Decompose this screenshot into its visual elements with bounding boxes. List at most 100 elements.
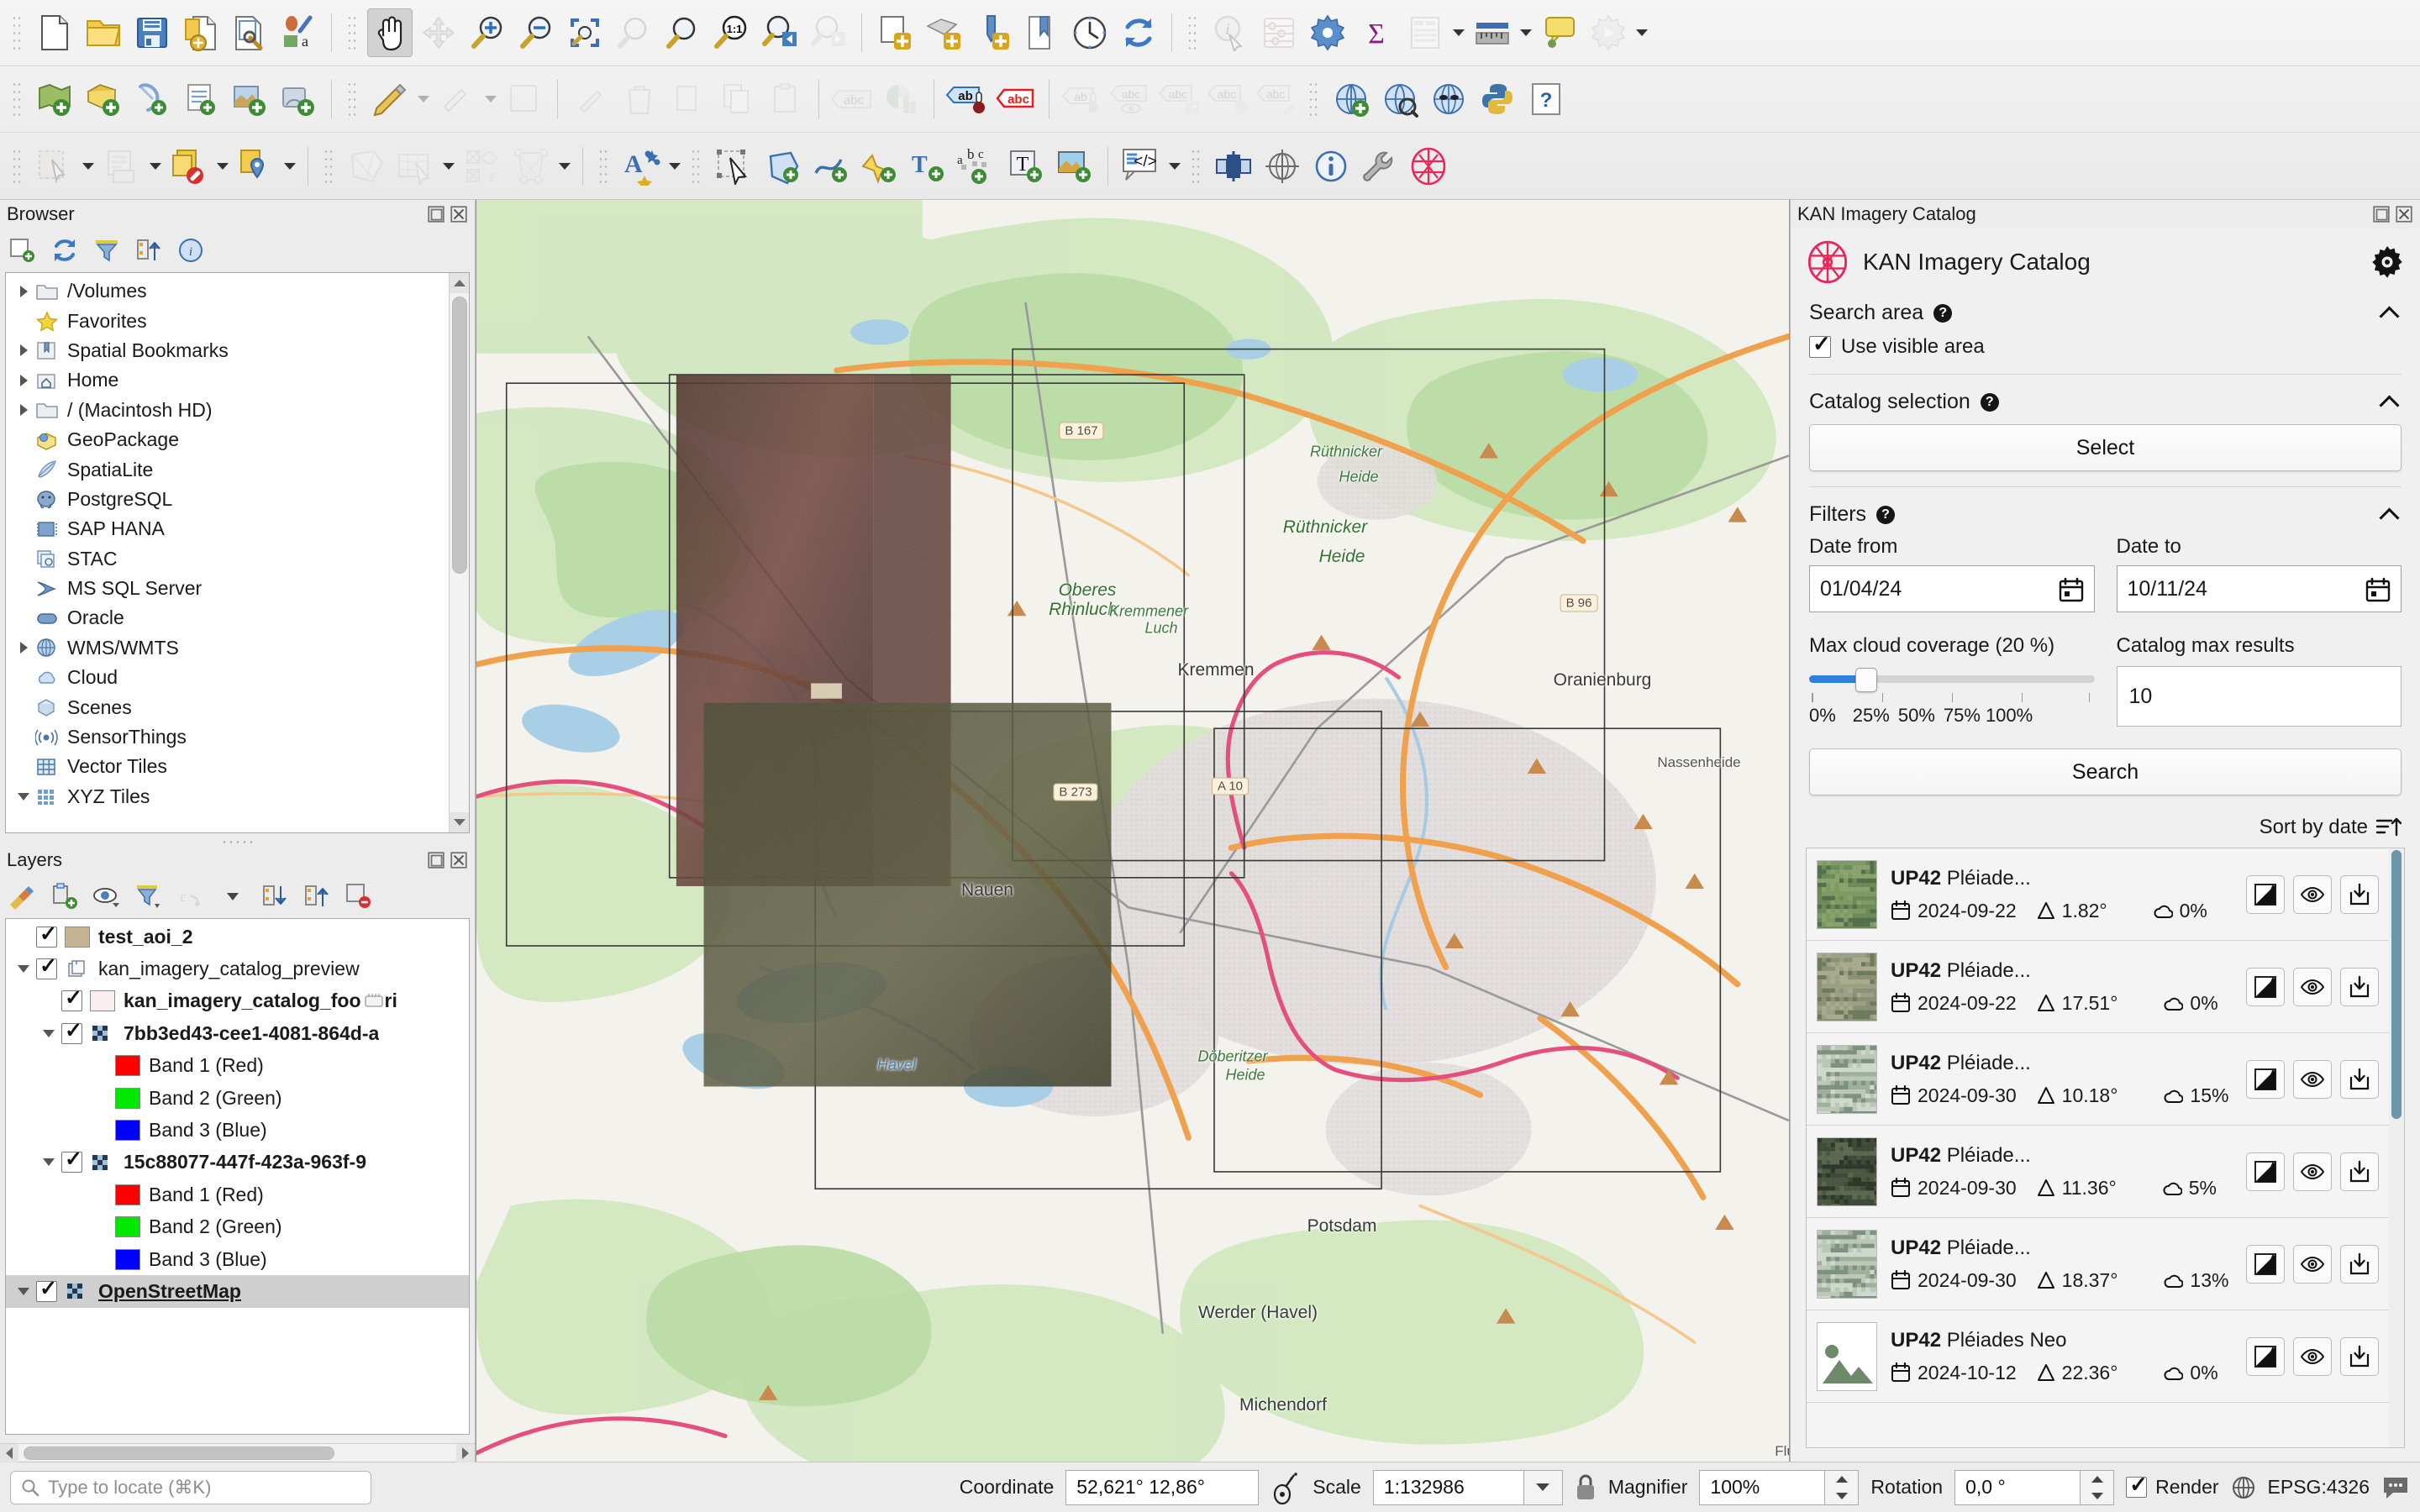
crs-icon[interactable]: [1260, 142, 1305, 191]
new-map-view-icon[interactable]: [872, 8, 918, 57]
preview-contrast-icon[interactable]: [2246, 967, 2285, 1006]
open-project-icon[interactable]: [81, 8, 126, 57]
browser-item-vector-tiles[interactable]: Vector Tiles: [6, 752, 469, 781]
zoom-native-icon[interactable]: 1:1: [708, 8, 754, 57]
spin-down[interactable]: [2081, 1488, 2113, 1504]
calendar-icon[interactable]: [2365, 577, 2391, 602]
browser-vertical-scrollbar[interactable]: [449, 273, 469, 832]
select-by-location-icon[interactable]: [234, 142, 279, 191]
browser-item-scenes[interactable]: Scenes: [6, 692, 469, 722]
scale-value-input[interactable]: 1:132986: [1372, 1469, 1524, 1505]
layer-row[interactable]: Band 3 (Blue): [6, 1114, 469, 1146]
remove-layer-icon[interactable]: [345, 882, 373, 911]
new-project-icon[interactable]: [32, 8, 77, 57]
layer-row[interactable]: Band 2 (Green): [6, 1211, 469, 1243]
lock-icon[interactable]: [1575, 1473, 1597, 1502]
close-icon[interactable]: [450, 851, 468, 869]
hscroll-right-arrow[interactable]: [456, 1444, 475, 1462]
results-scroll-thumb[interactable]: [2391, 850, 2402, 1119]
help-question-icon[interactable]: ?: [1876, 505, 1896, 524]
form-annotation-icon[interactable]: T: [1003, 142, 1049, 191]
date-to-input[interactable]: 10/11/24: [2116, 565, 2402, 612]
layer-row[interactable]: Band 1 (Red): [6, 1050, 469, 1082]
result-card[interactable]: UP42 Pléiades Neo 2024-10-12 22.36° 0%: [1807, 1310, 2389, 1403]
zoom-layer-icon[interactable]: [660, 8, 705, 57]
coordinate-value-input[interactable]: 52,621° 12,86°: [1065, 1469, 1260, 1505]
vertex-tool-icon[interactable]: [344, 142, 389, 191]
info-tool-icon[interactable]: [1308, 142, 1354, 191]
zoom-selection-icon[interactable]: [611, 8, 656, 57]
preview-contrast-icon[interactable]: [2246, 1244, 2285, 1284]
pointer-select-icon[interactable]: [711, 142, 756, 191]
expand-arrow-icon[interactable]: [13, 793, 34, 801]
add-layer-icon[interactable]: [8, 236, 37, 265]
modify-attributes-icon[interactable]: [568, 75, 613, 123]
select-features-icon[interactable]: [32, 142, 77, 191]
scroll-down-arrow[interactable]: [450, 812, 469, 832]
label-annotation-icon[interactable]: abc: [955, 142, 1000, 191]
magnifier-value-input[interactable]: 100%: [1699, 1469, 1826, 1505]
modify-geometry-icon[interactable]: [392, 142, 438, 191]
attribute-table-dropdown-caret[interactable]: [1449, 8, 1468, 57]
layers-horizontal-scrollbar[interactable]: [0, 1443, 475, 1462]
magnifier-spin-buttons[interactable]: [1825, 1469, 1860, 1505]
add-wms-icon[interactable]: [276, 75, 321, 123]
toolbar-grip-plugins[interactable]: [1308, 81, 1320, 118]
collapse-all-icon[interactable]: [134, 236, 163, 265]
add-spatialite-icon[interactable]: [129, 75, 175, 123]
toolbar-grip-nav[interactable]: [347, 14, 359, 51]
toolbar-grip-annot[interactable]: [598, 147, 610, 185]
layer-expand-arrow-icon[interactable]: [36, 1030, 61, 1037]
coordinate-capture-icon[interactable]: [1270, 1471, 1301, 1504]
modify-geometry-caret[interactable]: [439, 142, 458, 191]
zoom-out-icon[interactable]: [513, 8, 559, 57]
download-icon[interactable]: [2340, 967, 2379, 1006]
browser-item-wms-wmts[interactable]: WMS/WMTS: [6, 633, 469, 663]
measure-icon[interactable]: [1470, 8, 1515, 57]
change-label-icon[interactable]: abc: [1206, 75, 1251, 123]
preview-contrast-icon[interactable]: [2246, 1152, 2285, 1191]
crs-globe-icon[interactable]: [2231, 1475, 2256, 1500]
browser-item-macintosh-hd[interactable]: / (Macintosh HD): [6, 396, 469, 425]
browser-item-oracle[interactable]: Oracle: [6, 603, 469, 633]
select-catalog-button[interactable]: Select: [1809, 424, 2402, 471]
cloud-coverage-slider[interactable]: [1809, 668, 2095, 692]
show-footprint-eye-icon[interactable]: [2293, 874, 2332, 914]
show-footprint-eye-icon[interactable]: [2293, 1336, 2332, 1376]
kan-catalog-icon[interactable]: [1406, 142, 1451, 191]
new-3d-map-view-icon[interactable]: [921, 8, 966, 57]
offset-curve-icon[interactable]: [508, 142, 554, 191]
browser-item-postgresql[interactable]: PostgreSQL: [6, 485, 469, 514]
crs-label[interactable]: EPSG:4326: [2268, 1476, 2370, 1499]
delete-selected-icon[interactable]: [617, 75, 662, 123]
add-marker-annotation-icon[interactable]: [857, 142, 902, 191]
collapse-all-icon[interactable]: [260, 882, 289, 911]
download-icon[interactable]: [2340, 1244, 2379, 1284]
toolbar-grip[interactable]: [12, 14, 24, 51]
float-panel-icon[interactable]: [427, 205, 445, 223]
offset-curve-caret[interactable]: [555, 142, 574, 191]
label-props-icon[interactable]: abc: [1255, 75, 1300, 123]
layer-expand-arrow-icon[interactable]: [36, 1158, 61, 1166]
browser-item-spatialite[interactable]: SpatiaLite: [6, 454, 469, 484]
result-card[interactable]: UP42 Pléiade... 2024-09-30 10.18° 15%: [1807, 1033, 2389, 1126]
download-icon[interactable]: [2340, 1059, 2379, 1099]
measure-dropdown-caret[interactable]: [1517, 8, 1535, 57]
processing-icon[interactable]: [1586, 8, 1631, 57]
properties-info-icon[interactable]: i: [176, 236, 205, 265]
download-icon[interactable]: [2340, 1336, 2379, 1376]
float-panel-icon[interactable]: [2372, 205, 2391, 223]
paste-features-icon[interactable]: [763, 75, 808, 123]
layer-visibility-checkbox[interactable]: [61, 1147, 82, 1173]
help-question-icon[interactable]: ?: [1980, 392, 1999, 412]
identify-features-icon[interactable]: i: [1207, 8, 1253, 57]
text-annotation-icon[interactable]: T: [906, 142, 951, 191]
layers-tree[interactable]: test_aoi_2 kan_imagery_catalog_previewkan…: [5, 918, 470, 1435]
layer-visibility-checkbox[interactable]: [61, 1018, 82, 1044]
result-card[interactable]: UP42 Pléiade... 2024-09-30 11.36° 5%: [1807, 1126, 2389, 1218]
expand-arrow-icon[interactable]: [13, 404, 34, 416]
show-footprint-eye-icon[interactable]: [2293, 967, 2332, 1006]
close-icon[interactable]: [2395, 205, 2413, 223]
layer-expand-arrow-icon[interactable]: [11, 965, 36, 973]
gear-icon[interactable]: [2370, 244, 2405, 280]
